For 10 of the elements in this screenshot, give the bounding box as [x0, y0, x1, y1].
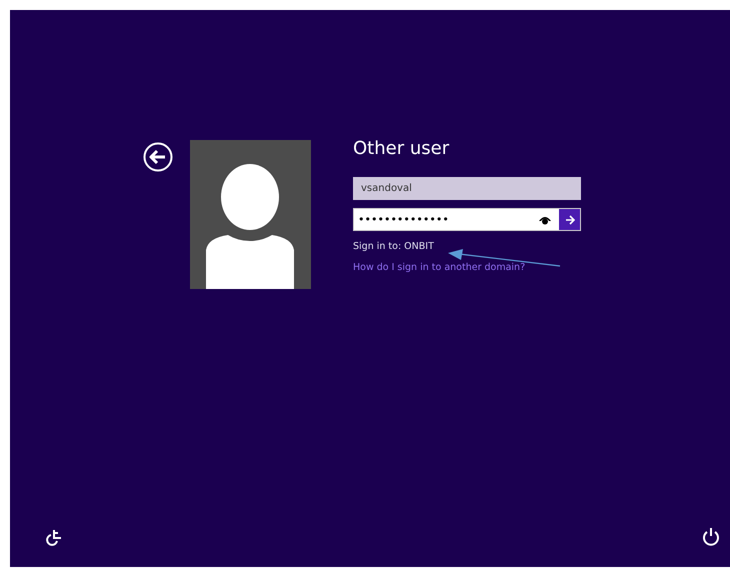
reveal-eye-icon[interactable]: [538, 215, 552, 225]
password-field[interactable]: ••••••••••••••: [353, 208, 581, 231]
submit-button[interactable]: [559, 209, 580, 230]
username-field[interactable]: vsandoval: [353, 177, 581, 200]
right-arrow-icon: [564, 214, 574, 224]
power-icon[interactable]: [702, 527, 720, 547]
user-name-title: Other user: [353, 138, 450, 161]
help-link[interactable]: How do I sign in to another domain?: [353, 262, 581, 273]
sign-in-domain-text: Sign in to: ONBIT: [353, 241, 435, 252]
back-button[interactable]: [143, 142, 173, 172]
